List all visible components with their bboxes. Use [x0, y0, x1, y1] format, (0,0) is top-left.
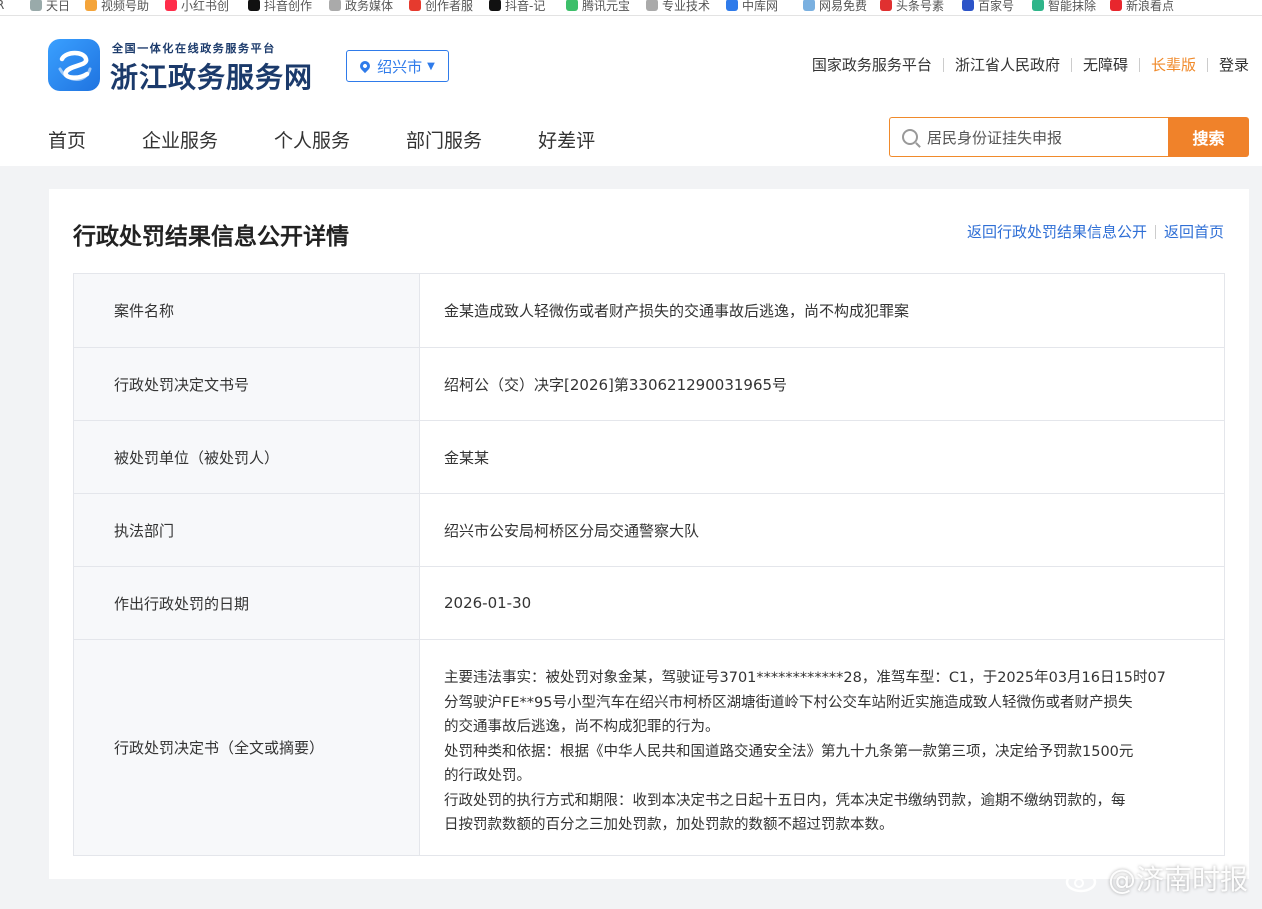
divider [1154, 224, 1156, 239]
table-row: 被处罚单位（被处罚人） 金某某 [74, 420, 1224, 493]
bookmark-item[interactable]: 腾讯元宝 [566, 0, 630, 13]
row-label: 案件名称 [74, 274, 420, 347]
globe-icon [329, 0, 341, 11]
back-to-home-link[interactable]: 返回首页 [1164, 221, 1224, 242]
decision-line: 日按罚款数额的百分之三加处罚款，加处罚款的数额不超过罚款本数。 [444, 817, 894, 833]
bookmarks-bar: R 天日 视频号助 小红书创 抖音创作 政务媒体 创作者服 抖音-记 腾讯元宝 … [0, 0, 1262, 16]
baijiahao-icon [962, 0, 974, 11]
toutiao-icon [880, 0, 892, 11]
xiaohongshu-icon [165, 0, 177, 11]
top-links: 国家政务服务平台 浙江省人民政府 无障碍 长辈版 登录 [812, 54, 1249, 75]
globe-icon [30, 0, 42, 11]
bookmark-item[interactable]: 头条号素 [880, 0, 944, 13]
link-zhejiang-government[interactable]: 浙江省人民政府 [955, 54, 1060, 75]
channels-icon [85, 0, 97, 11]
link-login[interactable]: 登录 [1219, 54, 1249, 75]
nav-enterprise-services[interactable]: 企业服务 [142, 126, 218, 153]
row-label: 作出行政处罚的日期 [74, 567, 420, 639]
bookmark-item[interactable]: 视频号助 [85, 0, 149, 13]
watermark: @济南时报 [1064, 858, 1248, 898]
divider [942, 57, 944, 72]
zhongku-icon [726, 0, 738, 11]
row-label: 行政处罚决定书（全文或摘要） [74, 640, 420, 855]
douyin-icon [248, 0, 260, 11]
weibo-icon [1065, 866, 1102, 893]
watermark-text: @济南时报 [1107, 863, 1248, 896]
divider [1206, 57, 1208, 72]
logo-title[interactable]: 浙江政务服务网 [110, 56, 313, 96]
location-pin-icon [358, 58, 373, 74]
detail-table: 案件名称 金某造成致人轻微伤或者财产损失的交通事故后逃逸，尚不构成犯罪案 行政处… [73, 273, 1225, 856]
row-value: 2026-01-30 [444, 594, 532, 612]
decision-line: 的行政处罚。 [444, 768, 531, 784]
table-row: 案件名称 金某造成致人轻微伤或者财产损失的交通事故后逃逸，尚不构成犯罪案 [74, 274, 1224, 347]
decision-line: 主要违法事实：被处罚对象金某，驾驶证号3701************28，准驾… [444, 670, 1166, 686]
table-row: 执法部门 绍兴市公安局柯桥区分局交通警察大队 [74, 493, 1224, 566]
eraser-icon [1032, 0, 1044, 11]
douyin-icon [489, 0, 501, 11]
search-box [889, 117, 1169, 157]
row-label: 执法部门 [74, 494, 420, 566]
link-national-platform[interactable]: 国家政务服务平台 [812, 54, 932, 75]
logo-subtitle: 全国一体化在线政务服务平台 [112, 42, 276, 55]
netease-icon [803, 0, 815, 11]
page-title: 行政处罚结果信息公开详情 [73, 224, 349, 250]
bookmark-item[interactable]: 新浪看点 [1110, 0, 1174, 13]
link-accessibility[interactable]: 无障碍 [1083, 54, 1128, 75]
table-row: 行政处罚决定书（全文或摘要） 主要违法事实：被处罚对象金某，驾驶证号3701**… [74, 639, 1224, 855]
bookmark-item[interactable]: 小红书创 [165, 0, 229, 13]
nav-evaluation[interactable]: 好差评 [538, 126, 595, 153]
table-row: 行政处罚决定文书号 绍柯公（交）决字[2026]第330621290031965… [74, 347, 1224, 420]
main-nav: 首页 企业服务 个人服务 部门服务 好差评 [48, 126, 651, 153]
bookmark-item[interactable]: 创作者服 [409, 0, 473, 13]
search-button[interactable]: 搜索 [1168, 117, 1249, 157]
nav-home[interactable]: 首页 [48, 126, 86, 153]
decision-text: 主要违法事实：被处罚对象金某，驾驶证号3701************28，准驾… [420, 640, 1224, 855]
link-elder-mode[interactable]: 长辈版 [1151, 54, 1196, 75]
panel-links: 返回行政处罚结果信息公开 返回首页 [967, 221, 1224, 242]
city-selector[interactable]: 绍兴市 ▼ [346, 50, 449, 82]
search-icon [902, 129, 918, 145]
bookmark-item[interactable]: 天日 [30, 0, 70, 13]
divider [1138, 57, 1140, 72]
bookmark-item[interactable]: 专业技术 [646, 0, 710, 13]
row-label: 被处罚单位（被处罚人） [74, 421, 420, 493]
divider [1070, 57, 1072, 72]
nav-personal-services[interactable]: 个人服务 [274, 126, 350, 153]
nav-department-services[interactable]: 部门服务 [406, 126, 482, 153]
creator-icon [409, 0, 421, 11]
bookmark-item[interactable]: 抖音-记 [489, 0, 545, 13]
row-value: 金某某 [444, 448, 490, 467]
bookmark-item[interactable]: 智能抹除 [1032, 0, 1096, 13]
bookmark-item[interactable]: 网易免费 [803, 0, 867, 13]
decision-line: 分驾驶沪FE**95号小型汽车在绍兴市柯桥区湖塘街道岭下村公交车站附近实施造成致… [444, 694, 1133, 711]
bookmark-item[interactable]: 百家号 [962, 0, 1014, 13]
detail-panel: 行政处罚结果信息公开详情 返回行政处罚结果信息公开 返回首页 案件名称 金某造成… [49, 189, 1249, 879]
row-value: 绍柯公（交）决字[2026]第330621290031965号 [444, 375, 788, 394]
decision-line: 行政处罚的执行方式和期限：收到本决定书之日起十五日内，凭本决定书缴纳罚款，逾期不… [444, 792, 1126, 809]
caret-down-icon: ▼ [427, 60, 435, 72]
sina-icon [1110, 0, 1122, 11]
yuanbao-icon [566, 0, 578, 11]
bookmark-item[interactable]: R [0, 0, 4, 13]
bookmark-item[interactable]: 政务媒体 [329, 0, 393, 13]
site-header: 全国一体化在线政务服务平台 浙江政务服务网 绍兴市 ▼ 国家政务服务平台 浙江省… [0, 16, 1262, 166]
decision-line: 处罚种类和依据：根据《中华人民共和国道路交通安全法》第九十九条第一款第三项，决定… [444, 743, 1134, 760]
row-value: 金某造成致人轻微伤或者财产损失的交通事故后逃逸，尚不构成犯罪案 [444, 302, 910, 320]
city-label: 绍兴市 [377, 57, 423, 76]
row-label: 行政处罚决定文书号 [74, 348, 420, 420]
bookmark-item[interactable]: 抖音创作 [248, 0, 312, 13]
search-input[interactable] [927, 128, 1157, 146]
globe-icon [646, 0, 658, 11]
bookmark-item[interactable]: 中库网 [726, 0, 778, 13]
site-logo-icon[interactable] [48, 39, 100, 91]
row-value: 绍兴市公安局柯桥区分局交通警察大队 [444, 521, 700, 540]
back-to-list-link[interactable]: 返回行政处罚结果信息公开 [967, 221, 1147, 242]
table-row: 作出行政处罚的日期 2026-01-30 [74, 566, 1224, 639]
decision-line: 的交通事故后逃逸，尚不构成犯罪的行为。 [444, 719, 720, 735]
